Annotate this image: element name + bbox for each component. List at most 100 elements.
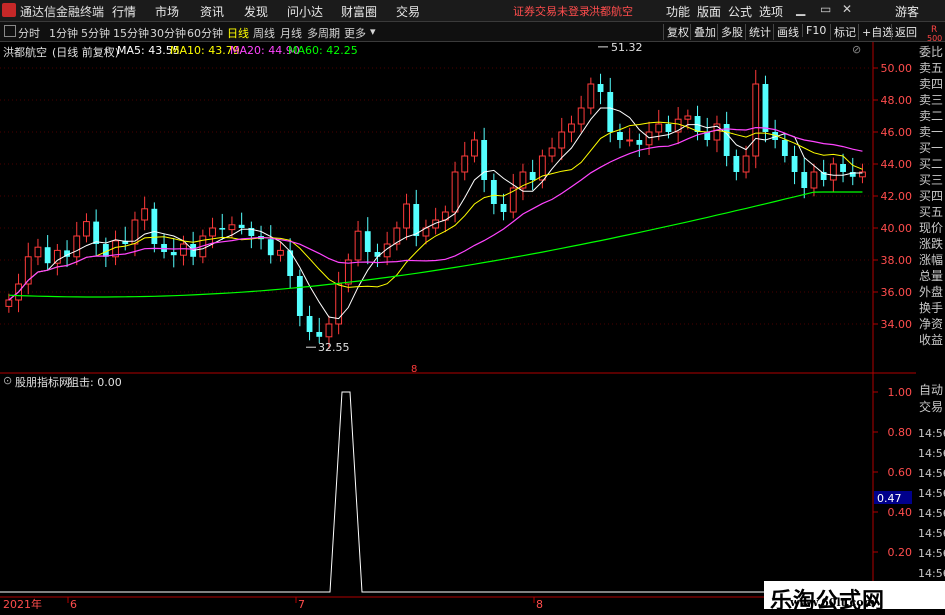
candle: [287, 238, 294, 289]
period-weekly[interactable]: 周线: [253, 25, 275, 41]
price-tick-label: 42.00: [881, 190, 913, 203]
period-daily[interactable]: 日线: [227, 25, 249, 41]
candle: [73, 221, 81, 266]
candle-body: [364, 231, 371, 252]
menu-options[interactable]: 选项: [759, 3, 783, 20]
login-notice[interactable]: 证券交易未登录: [513, 3, 590, 19]
adjust-button[interactable]: 复权: [663, 24, 689, 40]
candle-body: [665, 124, 672, 132]
candle: [742, 145, 750, 179]
candle-body: [742, 155, 750, 173]
price-tick-label: 36.00: [881, 286, 913, 299]
chart-settings-icon[interactable]: ⊘: [852, 43, 861, 56]
candle-body: [694, 116, 701, 132]
menu-layout[interactable]: 版面: [697, 3, 721, 20]
candle: [791, 145, 798, 185]
candle-body: [655, 123, 663, 133]
candle: [617, 123, 623, 149]
kline-chart[interactable]: 51.32 32.55 8 50.00 48.00 46.00 44.00 42.00 40.…: [0, 42, 916, 609]
candle-body: [500, 204, 507, 212]
candle: [509, 173, 517, 219]
menu-market-quotes[interactable]: 行情: [112, 3, 136, 20]
overlay-button[interactable]: 叠加: [690, 24, 716, 40]
period-5min[interactable]: 5分钟: [81, 25, 110, 41]
candle-body: [170, 252, 177, 256]
candle-body: [626, 139, 634, 142]
period-1min[interactable]: 1分钟: [49, 25, 78, 41]
candle: [597, 73, 604, 105]
candle: [141, 196, 149, 231]
candle-body: [83, 221, 90, 237]
restore-icon[interactable]: ▭: [820, 2, 831, 16]
candle: [752, 69, 760, 169]
period-multi[interactable]: 多周期: [307, 25, 340, 41]
candle-body: [219, 228, 226, 230]
user-label[interactable]: 游客: [895, 3, 919, 20]
info-stock-name: 洪都航空: [3, 46, 47, 59]
menu-news[interactable]: 资讯: [200, 3, 224, 20]
candle: [432, 207, 440, 235]
candle: [558, 117, 566, 161]
menu-formula[interactable]: 公式: [728, 3, 752, 20]
candle-body: [267, 239, 274, 256]
candle-body: [490, 180, 497, 204]
panel-toggle-icon[interactable]: [4, 25, 16, 37]
candle-body: [558, 131, 566, 149]
draw-line-button[interactable]: 画线: [773, 24, 799, 40]
period-30min[interactable]: 30分钟: [150, 25, 186, 41]
period-15min[interactable]: 15分钟: [113, 25, 149, 41]
app-logo-icon: [2, 3, 16, 17]
info-settings-icon[interactable]: ⊙: [104, 45, 112, 56]
trade-time: 14:56: [918, 547, 945, 560]
indicator-tick-label: 0.40: [888, 506, 913, 519]
period-monthly[interactable]: 月线: [280, 25, 302, 41]
statistics-button[interactable]: 统计: [745, 24, 771, 40]
side-label: 委比: [919, 45, 944, 59]
mark-button[interactable]: 标记: [830, 24, 856, 40]
candle: [403, 193, 410, 241]
period-60min[interactable]: 60分钟: [187, 25, 223, 41]
menu-wealth[interactable]: 财富圈: [341, 3, 377, 20]
menu-discover[interactable]: 发现: [244, 3, 268, 20]
candle: [83, 213, 90, 243]
candle-body: [151, 208, 158, 244]
period-timeshare[interactable]: 分时: [18, 25, 40, 41]
more-chevron-icon[interactable]: ▾: [370, 25, 376, 38]
add-favorite-button[interactable]: +自选: [858, 24, 893, 40]
indicator-tick-label: 0.20: [888, 546, 913, 559]
candle-body: [228, 224, 236, 231]
candle-body: [597, 84, 604, 92]
candle: [645, 121, 653, 156]
candle: [849, 157, 856, 186]
close-icon[interactable]: ✕: [842, 2, 852, 16]
candle-body: [548, 147, 556, 157]
side-label[interactable]: 自动: [919, 383, 943, 397]
indicator-title: 股朋指标网: [15, 376, 70, 389]
minimize-icon[interactable]: ▁: [796, 2, 805, 16]
candle: [674, 107, 682, 145]
candle: [248, 221, 255, 249]
trade-time: 14:56: [918, 527, 945, 540]
menu-function[interactable]: 功能: [666, 3, 690, 20]
candle: [810, 163, 818, 197]
candle: [519, 163, 527, 201]
indicator-settings-icon[interactable]: ⊙: [3, 374, 12, 387]
f10-button[interactable]: F10: [802, 24, 826, 37]
candle: [762, 75, 769, 143]
candle-body: [781, 140, 788, 156]
candle-body: [209, 227, 216, 237]
back-button[interactable]: 返回: [891, 24, 917, 40]
grid-lines: [0, 67, 873, 325]
side-label[interactable]: 交易: [919, 400, 943, 414]
multi-stock-button[interactable]: 多股: [717, 24, 743, 40]
low-price-annotation: 32.55: [318, 341, 350, 354]
candle: [500, 193, 507, 221]
menu-trade[interactable]: 交易: [396, 3, 420, 20]
candle-body: [141, 208, 149, 221]
candle: [587, 77, 595, 115]
menu-market[interactable]: 市场: [155, 3, 179, 20]
candle-body: [733, 156, 740, 172]
candle-body: [238, 224, 245, 228]
period-more[interactable]: 更多: [344, 25, 366, 41]
menu-ask[interactable]: 问小达: [287, 3, 323, 20]
